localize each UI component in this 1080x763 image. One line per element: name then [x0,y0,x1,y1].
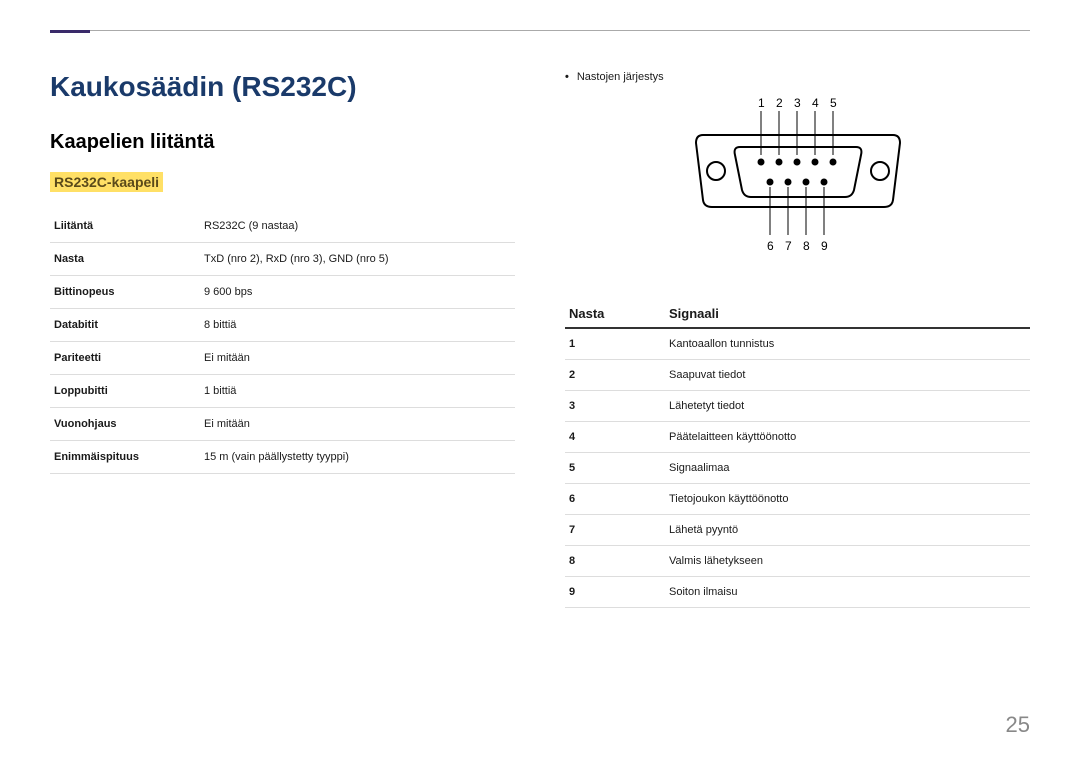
pin-order-text: Nastojen järjestys [577,71,664,83]
spec-value: RS232C (9 nastaa) [200,210,515,243]
signal-name: Lähetä pyyntö [665,515,1030,546]
signal-table-header: Nasta Signaali [565,300,1030,329]
spec-label: Liitäntä [50,210,200,243]
signal-name: Tietojoukon käyttöönotto [665,484,1030,515]
pin-num: 1 [758,96,765,110]
pin-num: 5 [830,96,837,110]
spec-table: LiitäntäRS232C (9 nastaa) NastaTxD (nro … [50,210,515,474]
left-column: Kaukosäädin (RS232C) Kaapelien liitäntä … [50,71,515,608]
pin-num: 8 [803,239,810,253]
section-heading: Kaapelien liitäntä [50,131,515,154]
spec-label: Loppubitti [50,375,200,408]
col-header-signaali: Signaali [669,306,719,321]
signal-row: 3Lähetetyt tiedot [565,391,1030,422]
page-number: 25 [1006,712,1030,738]
spec-label: Enimmäispituus [50,441,200,474]
signal-row: 5Signaalimaa [565,453,1030,484]
signal-pin: 9 [565,577,665,608]
signal-pin: 3 [565,391,665,422]
signal-pin: 1 [565,329,665,360]
signal-row: 7Lähetä pyyntö [565,515,1030,546]
db9-connector-icon: 1 2 3 4 5 [668,95,928,265]
spec-value: 1 bittiä [200,375,515,408]
pin-num: 6 [767,239,774,253]
signal-row: 6Tietojoukon käyttöönotto [565,484,1030,515]
spec-value: Ei mitään [200,408,515,441]
pin-num: 7 [785,239,792,253]
signal-name: Signaalimaa [665,453,1030,484]
spec-row: PariteettiEi mitään [50,342,515,375]
signal-pin: 8 [565,546,665,577]
signal-name: Kantoaallon tunnistus [665,329,1030,360]
spec-label: Pariteetti [50,342,200,375]
signal-table: 1Kantoaallon tunnistus 2Saapuvat tiedot … [565,329,1030,608]
spec-label: Nasta [50,243,200,276]
signal-pin: 4 [565,422,665,453]
signal-name: Saapuvat tiedot [665,360,1030,391]
spec-label: Databitit [50,309,200,342]
subsection-heading: RS232C-kaapeli [50,172,163,192]
pin-order-note: • Nastojen järjestys [565,71,1030,83]
signal-row: 8Valmis lähetykseen [565,546,1030,577]
spec-label: Bittinopeus [50,276,200,309]
header-accent [50,30,90,33]
page-title: Kaukosäädin (RS232C) [50,71,515,103]
spec-value: 15 m (vain päällystetty tyyppi) [200,441,515,474]
pin-num: 2 [776,96,783,110]
spec-row: Databitit8 bittiä [50,309,515,342]
spec-row: Enimmäispituus15 m (vain päällystetty ty… [50,441,515,474]
spec-label: Vuonohjaus [50,408,200,441]
signal-pin: 5 [565,453,665,484]
signal-row: 2Saapuvat tiedot [565,360,1030,391]
db9-connector-diagram: 1 2 3 4 5 [565,95,1030,270]
spec-value: Ei mitään [200,342,515,375]
right-column: • Nastojen järjestys 1 2 3 4 5 [565,71,1030,608]
signal-row: 9Soiton ilmaisu [565,577,1030,608]
pin-num: 9 [821,239,828,253]
col-header-nasta: Nasta [569,306,669,321]
bullet-icon: • [565,71,569,83]
spec-row: Bittinopeus9 600 bps [50,276,515,309]
spec-value: 9 600 bps [200,276,515,309]
signal-pin: 7 [565,515,665,546]
spec-row: Loppubitti1 bittiä [50,375,515,408]
spec-row: LiitäntäRS232C (9 nastaa) [50,210,515,243]
signal-name: Soiton ilmaisu [665,577,1030,608]
signal-row: 1Kantoaallon tunnistus [565,329,1030,360]
spec-value: 8 bittiä [200,309,515,342]
signal-name: Valmis lähetykseen [665,546,1030,577]
signal-pin: 2 [565,360,665,391]
pin-num: 4 [812,96,819,110]
spec-row: VuonohjausEi mitään [50,408,515,441]
spec-value: TxD (nro 2), RxD (nro 3), GND (nro 5) [200,243,515,276]
header-rule [50,30,1030,31]
signal-name: Lähetetyt tiedot [665,391,1030,422]
signal-row: 4Päätelaitteen käyttöönotto [565,422,1030,453]
signal-name: Päätelaitteen käyttöönotto [665,422,1030,453]
spec-row: NastaTxD (nro 2), RxD (nro 3), GND (nro … [50,243,515,276]
signal-pin: 6 [565,484,665,515]
pin-num: 3 [794,96,801,110]
